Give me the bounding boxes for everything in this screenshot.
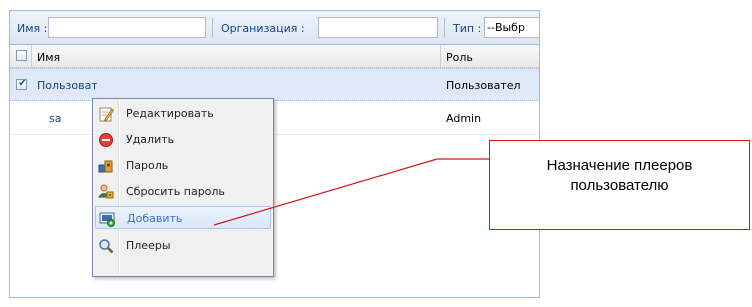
callout-text: Назначение плееров пользователю xyxy=(490,156,749,196)
users-grid-panel: Имя : Организация : Тип : --Выбр Имя Рол… xyxy=(9,10,540,298)
menu-item-label: Редактировать xyxy=(126,107,214,120)
annotation-callout: Назначение плееров пользователю xyxy=(489,140,750,230)
checkmark-icon: ✔ xyxy=(18,78,27,89)
name-filter-input[interactable] xyxy=(48,17,206,38)
menu-item-reset-password[interactable]: Сбросить пароль xyxy=(95,180,271,203)
menu-item-edit[interactable]: Редактировать xyxy=(95,102,271,125)
table-row[interactable]: ✔ Пользователь Пользовател xyxy=(10,68,539,101)
toolbar-separator xyxy=(212,18,213,38)
key-icon xyxy=(98,160,113,173)
menu-item-add[interactable]: Добавить xyxy=(95,206,271,229)
user-context-menu: Редактировать Удалить Пароль Сбросить па… xyxy=(92,98,274,277)
menu-item-label: Сбросить пароль xyxy=(126,185,225,198)
name-filter-label: Имя : xyxy=(17,22,48,35)
column-separator xyxy=(440,45,441,67)
add-player-icon xyxy=(99,212,115,227)
callout-line-1: Назначение плееров xyxy=(546,157,693,174)
user-role-cell: Пользовател xyxy=(446,79,521,92)
toolbar-separator xyxy=(444,18,445,38)
organization-filter-label: Организация : xyxy=(221,22,305,35)
menu-item-label: Удалить xyxy=(126,133,175,146)
search-icon xyxy=(99,239,114,254)
row-checkbox[interactable]: ✔ xyxy=(16,78,27,90)
column-header-name[interactable]: Имя xyxy=(37,51,60,64)
type-filter-label: Тип : xyxy=(453,22,482,35)
menu-item-delete[interactable]: Удалить xyxy=(95,128,271,151)
filter-toolbar: Имя : Организация : Тип : --Выбр xyxy=(10,11,539,45)
menu-item-label: Пароль xyxy=(126,159,169,172)
column-separator xyxy=(31,45,32,67)
menu-item-players[interactable]: Плееры xyxy=(95,234,271,257)
menu-item-password[interactable]: Пароль xyxy=(95,154,271,177)
callout-line-2: пользователю xyxy=(570,177,669,194)
organization-filter-input[interactable] xyxy=(318,17,438,38)
menu-item-label: Добавить xyxy=(127,212,183,225)
select-all-checkbox[interactable] xyxy=(16,50,27,61)
user-name-cell[interactable]: Пользователь xyxy=(37,79,97,92)
column-header-role[interactable]: Роль xyxy=(446,51,473,64)
table-row[interactable]: sa Admin xyxy=(10,101,539,135)
reset-password-icon xyxy=(98,184,114,199)
type-filter-select[interactable]: --Выбр xyxy=(484,17,539,38)
user-name-cell[interactable]: sa xyxy=(49,112,61,125)
user-role-cell: Admin xyxy=(446,112,482,125)
edit-icon xyxy=(99,107,114,122)
menu-item-label: Плееры xyxy=(126,239,171,252)
grid-header: Имя Роль xyxy=(10,45,539,68)
delete-icon xyxy=(99,133,113,147)
